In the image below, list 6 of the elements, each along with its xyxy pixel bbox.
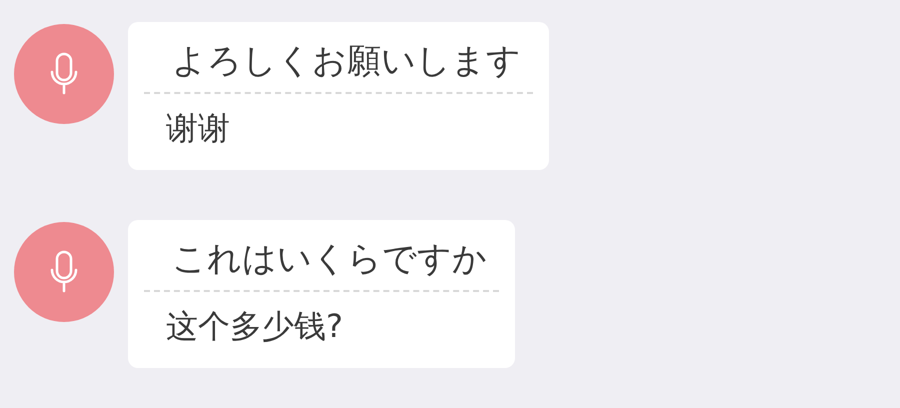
microphone-icon	[49, 250, 79, 294]
original-text: よろしくお願いします	[171, 40, 522, 83]
translation-text: 这个多少钱?	[165, 306, 343, 347]
original-text: これはいくらですか	[171, 238, 488, 281]
translation-text: 谢谢	[165, 108, 230, 149]
microphone-icon	[49, 52, 79, 96]
